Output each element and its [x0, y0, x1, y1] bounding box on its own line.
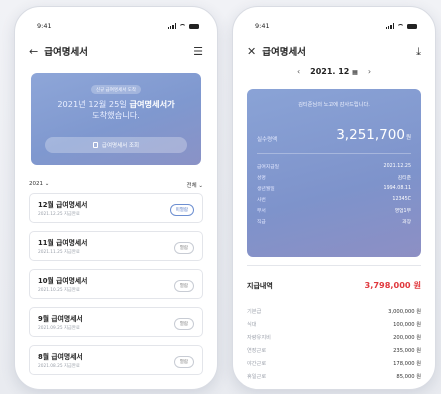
new-badge: 신규 급여명세서 도착 [90, 85, 142, 94]
battery-icon [407, 23, 417, 29]
payment-breakdown: 기본급 3,000,000 원 식대 100,000 원 자량유지비 200,000 … [247, 305, 421, 383]
payment-row: 휴일근로 85,000 원 [247, 374, 421, 380]
divider [257, 153, 411, 154]
info-row: 사번 12345C [257, 197, 411, 203]
document-icon [92, 142, 98, 148]
chevron-down-icon: ⌄ [44, 181, 50, 187]
payslip-summary-card: 김티준님의 노고에 감사드립니다. 실수령액 3,251,700원 급여지급일 2… [247, 89, 421, 257]
list-item[interactable]: 10월 급여명세서 2021.10.25 지급완료 열람 [29, 269, 203, 299]
status-time: 9:41 [37, 22, 52, 30]
employee-info: 급여지급일 2021.12.25 성명 김티준 생년월일 1994.08.11 사번 1… [257, 161, 411, 227]
payment-row: 야간근로 178,000 원 [247, 361, 421, 367]
new-payslip-banner: 신규 급여명세서 도착 2021년 12월 25일 급여명세서가 도착했습니다.… [31, 73, 201, 165]
status-time: 9:41 [255, 22, 270, 30]
info-row: 직급 과장 [257, 220, 411, 225]
nav-bar: ← 급여명세서 ☰ [29, 43, 203, 59]
payment-label: 지급내역 [247, 282, 273, 290]
info-row: 부서 영업1부 [257, 209, 411, 214]
item-date: 2021.09.25 지급완료 [38, 326, 80, 331]
banner-date: 2021년 12월 25일 [57, 98, 127, 109]
view-payslip-button[interactable]: 급여명세서 조회 [45, 137, 187, 153]
prev-month-icon[interactable]: ‹ [297, 67, 300, 76]
status-icons [167, 23, 199, 29]
calendar-icon: ▦ [352, 69, 358, 76]
item-date: 2021.11.25 지급완료 [38, 250, 80, 255]
year-select[interactable]: 2021 ⌄ [29, 181, 49, 189]
status-badge: 열람 [173, 242, 194, 254]
info-row: 급여지급일 2021.12.25 [257, 164, 411, 170]
status-bar: 9:41 [255, 21, 417, 31]
close-icon[interactable]: ✕ [247, 46, 256, 57]
next-month-icon[interactable]: › [368, 67, 371, 76]
net-pay-unit: 원 [405, 135, 411, 141]
net-pay-value: 3,251,700원 [336, 127, 411, 143]
payment-header: 지급내역 3,798,000 원 [247, 279, 421, 291]
item-date: 2021.08.25 지급완료 [38, 364, 80, 369]
list-item[interactable]: 12월 급여명세서 2021.12.25 지급완료 미열람 [29, 193, 203, 223]
item-title: 9월 급여명세서 [38, 315, 83, 323]
screen: 9:41 ← 급여명세서 ☰ 신규 급여명세서 도착 2021년 12월 25일… [0, 0, 441, 394]
net-pay-label: 실수령액 [257, 137, 278, 143]
divider [247, 265, 421, 266]
payment-row: 식대 100,000 원 [247, 322, 421, 328]
status-badge: 미열람 [169, 204, 194, 216]
banner-line2: 도착했습니다. [92, 109, 140, 120]
signal-icon [167, 23, 176, 29]
list-item[interactable]: 8월 급여명세서 2021.08.25 지급완료 열람 [29, 345, 203, 375]
banner-message: 2021년 12월 25일 급여명세서가 도착했습니다. [31, 99, 201, 121]
item-title: 8월 급여명세서 [38, 353, 83, 361]
info-row: 생년월일 1994.08.11 [257, 186, 411, 192]
payment-row: 기본급 3,000,000 원 [247, 309, 421, 315]
page-title: 급여명세서 [44, 47, 88, 58]
item-title: 11월 급여명세서 [38, 239, 88, 247]
list-item[interactable]: 9월 급여명세서 2021.09.25 지급완료 열람 [29, 307, 203, 337]
view-payslip-label: 급여명세서 조회 [101, 143, 140, 149]
greeting-text: 김티준님의 노고에 감사드립니다. [298, 102, 370, 108]
status-badge: 열람 [173, 280, 194, 292]
payment-row: 연장근로 235,000 원 [247, 348, 421, 354]
month-value[interactable]: 2021. 12 ▦ [310, 67, 358, 76]
phone-payslip-detail: 9:41 ✕ 급여명세서 ⤓ ‹ 2021. 12 ▦ › 김티준님의 노고에 … [232, 6, 436, 390]
payment-row: 자량유지비 200,000 원 [247, 335, 421, 341]
item-date: 2021.10.25 지급완료 [38, 288, 80, 293]
status-badge: 열람 [173, 356, 194, 368]
payment-total: 3,798,000 원 [364, 280, 421, 290]
menu-icon[interactable]: ☰ [193, 46, 203, 57]
phone-payslip-list: 9:41 ← 급여명세서 ☰ 신규 급여명세서 도착 2021년 12월 25일… [14, 6, 218, 390]
list-item[interactable]: 11월 급여명세서 2021.11.25 지급완료 열람 [29, 231, 203, 261]
status-icons [385, 23, 417, 29]
filter-bar: 2021 ⌄ 전체 ⌄ [29, 181, 203, 189]
download-icon[interactable]: ⤓ [416, 46, 421, 57]
battery-icon [189, 23, 199, 29]
back-arrow-icon[interactable]: ← [29, 46, 38, 57]
scope-select[interactable]: 전체 ⌄ [187, 181, 203, 189]
month-selector: ‹ 2021. 12 ▦ › [233, 67, 435, 76]
page-title: 급여명세서 [262, 47, 306, 58]
status-badge: 열람 [173, 318, 194, 330]
item-title: 10월 급여명세서 [38, 277, 88, 285]
signal-icon [385, 23, 394, 29]
wifi-icon [397, 23, 404, 29]
chevron-down-icon: ⌄ [198, 183, 203, 189]
info-row: 성명 김티준 [257, 176, 411, 181]
status-bar: 9:41 [37, 21, 199, 31]
wifi-icon [179, 23, 186, 29]
payslip-list: 12월 급여명세서 2021.12.25 지급완료 미열람 11월 급여명세서 … [15, 193, 217, 383]
banner-bold: 급여명세서가 [129, 98, 175, 109]
nav-bar: ✕ 급여명세서 ⤓ [247, 43, 421, 59]
